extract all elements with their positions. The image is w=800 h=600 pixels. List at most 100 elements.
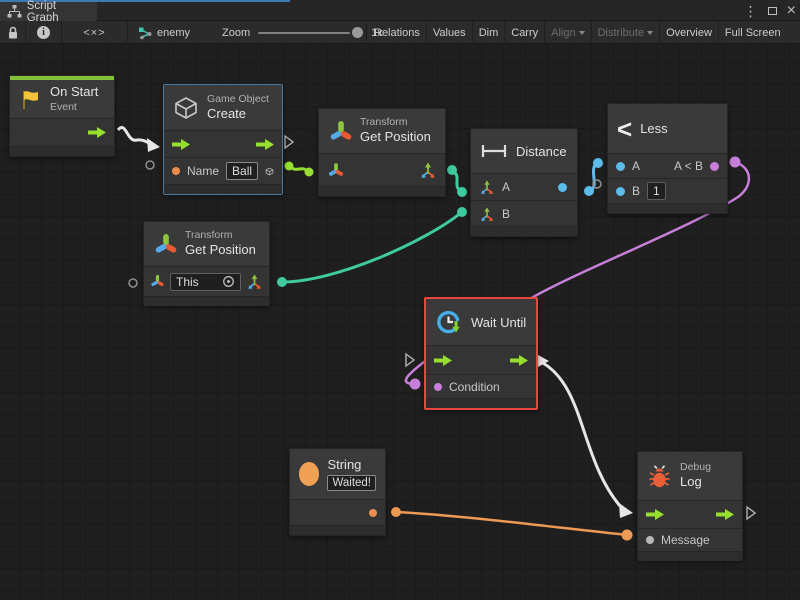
message-input-port[interactable] [646, 536, 654, 544]
node-distance[interactable]: Distance A B [470, 128, 578, 237]
distance-icon [480, 143, 508, 159]
node-debug-log[interactable]: Debug Log Message [637, 451, 743, 560]
code-icon: <×> [83, 27, 105, 39]
b-value-field[interactable]: 1 [647, 182, 666, 200]
overview-button[interactable]: Overview [660, 21, 719, 44]
node-get-position-bottom[interactable]: Transform Get Position This [143, 221, 270, 305]
info-icon: i [37, 26, 50, 39]
node-get-position-top[interactable]: Transform Get Position [318, 108, 446, 197]
node-title: Get Position [185, 242, 256, 258]
node-title: Log [680, 474, 711, 490]
chevron-down-icon [579, 31, 585, 35]
relations-button[interactable]: Relations [368, 21, 427, 44]
condition-label: Condition [449, 380, 500, 394]
node-title: Less [640, 121, 667, 136]
input-b-label: B [632, 184, 640, 198]
node-wait-until[interactable]: Wait Until Condition [424, 297, 538, 410]
flag-icon [19, 88, 42, 111]
vector3-output-port[interactable] [246, 273, 263, 290]
target-icon [222, 275, 235, 288]
dim-button[interactable]: Dim [473, 21, 506, 44]
lock-button[interactable] [0, 21, 26, 44]
window-maximize-icon[interactable] [768, 2, 777, 20]
code-view-button[interactable]: <×> [62, 21, 128, 44]
window-close-icon[interactable]: × [787, 4, 796, 18]
node-subtitle: Event [50, 101, 98, 114]
tab-script-graph[interactable]: Script Graph [0, 2, 97, 21]
string-value-field[interactable]: Waited! [327, 475, 376, 491]
flow-input-port[interactable] [172, 139, 190, 150]
transform-icon [153, 232, 177, 256]
values-label: Values [433, 27, 466, 39]
condition-input-port[interactable] [434, 383, 442, 391]
flow-output-port[interactable] [256, 139, 274, 150]
flow-output-port[interactable] [510, 355, 528, 366]
align-dropdown[interactable]: Align [545, 21, 591, 44]
zoom-label: Zoom [222, 27, 250, 39]
string-output-port[interactable] [369, 509, 377, 517]
input-a-label: A [632, 159, 640, 173]
target-value: This [176, 275, 199, 289]
vector3-input-port-a[interactable] [479, 179, 495, 195]
less-input-a-port[interactable] [616, 162, 625, 171]
node-category: Transform [360, 116, 431, 129]
input-b-label: B [502, 207, 510, 221]
input-a-label: A [502, 180, 510, 194]
transform-input-port[interactable] [327, 162, 344, 179]
result-label: A < B [674, 159, 703, 173]
zoom-slider-handle[interactable] [352, 27, 363, 38]
transform-icon [328, 119, 352, 143]
flow-output-port[interactable] [88, 127, 106, 138]
node-on-start[interactable]: On Start Event [9, 75, 115, 157]
graph-icon [138, 26, 152, 40]
node-footer [608, 203, 727, 213]
carry-button[interactable]: Carry [505, 21, 545, 44]
transform-input-port[interactable] [150, 274, 165, 289]
flow-output-port[interactable] [716, 509, 734, 520]
node-category: Debug [680, 461, 711, 474]
vector3-output-port[interactable] [419, 161, 437, 179]
less-input-b-port[interactable] [616, 187, 625, 196]
node-category: Game Object [207, 93, 269, 106]
node-category: Transform [185, 229, 256, 242]
tab-title: Script Graph [27, 0, 90, 24]
game-object-output-port[interactable] [265, 163, 274, 180]
graph-breadcrumb[interactable]: enemy [138, 21, 190, 44]
distribute-label: Distribute [598, 27, 644, 39]
node-less[interactable]: < Less A A < B B 1 [607, 103, 728, 214]
vector3-input-port-b[interactable] [479, 206, 495, 222]
flow-input-port[interactable] [434, 355, 452, 366]
full-screen-label: Full Screen [725, 27, 781, 39]
titlebar: Script Graph ⋮ × [0, 0, 800, 21]
align-label: Align [551, 27, 575, 39]
distance-output-port[interactable] [558, 183, 567, 192]
node-footer [290, 525, 385, 535]
info-button[interactable]: i [26, 21, 62, 44]
graph-toolbar: i <×> enemy Zoom 1x Relations Values Dim… [0, 21, 800, 44]
game-object-icon [173, 95, 199, 121]
bug-icon [647, 464, 672, 489]
node-title: Create [207, 106, 269, 122]
zoom-slider-track[interactable] [258, 32, 350, 34]
flow-input-port[interactable] [646, 509, 664, 520]
less-output-port[interactable] [710, 162, 719, 171]
chevron-down-icon [647, 31, 653, 35]
node-create-game-object[interactable]: Game Object Create Name Ball [163, 84, 283, 195]
node-footer [471, 226, 577, 236]
node-footer [10, 146, 114, 156]
overview-label: Overview [666, 27, 712, 39]
relations-label: Relations [374, 27, 420, 39]
values-button[interactable]: Values [427, 21, 473, 44]
distribute-dropdown[interactable]: Distribute [592, 21, 660, 44]
node-title: On Start [50, 84, 98, 100]
full-screen-button[interactable]: Full Screen [719, 21, 787, 44]
name-value-field[interactable]: Ball [226, 162, 258, 180]
node-footer [164, 184, 282, 194]
node-string[interactable]: String Waited! [289, 448, 386, 536]
lock-icon [7, 26, 19, 40]
wait-until-icon [435, 308, 463, 336]
window-menu-icon[interactable]: ⋮ [744, 4, 758, 18]
target-field[interactable]: This [170, 273, 241, 291]
dim-label: Dim [479, 27, 499, 39]
name-input-port[interactable] [172, 167, 180, 175]
